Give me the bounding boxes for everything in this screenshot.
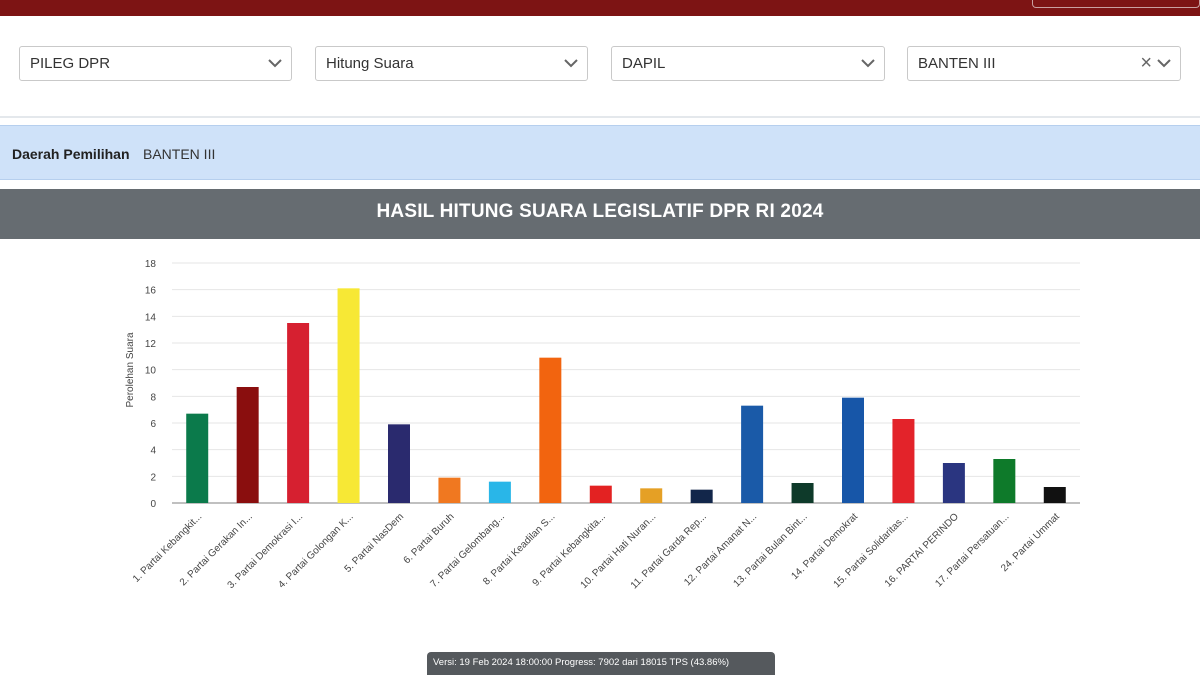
top-navbar: [0, 0, 1200, 16]
count-type-select[interactable]: Hitung Suara: [315, 46, 588, 81]
bar-1[interactable]: [186, 413, 209, 503]
bar-11[interactable]: [690, 489, 713, 503]
bar-8[interactable]: [539, 357, 562, 503]
y-tick-label: 0: [150, 499, 156, 510]
bar-16[interactable]: [942, 463, 965, 503]
electoral-district-select[interactable]: BANTEN III ×: [907, 46, 1181, 81]
election-type-select[interactable]: PILEG DPR: [19, 46, 292, 81]
chevron-down-icon: [268, 59, 282, 68]
chevron-down-icon: [564, 59, 578, 68]
y-tick-label: 2: [150, 472, 156, 483]
page-title: HASIL HITUNG SUARA LEGISLATIF DPR RI 202…: [376, 201, 824, 222]
bar-4[interactable]: [337, 288, 360, 503]
filter-panel: PILEG DPR Hitung Suara DAPIL BANTEN III …: [0, 16, 1200, 118]
bar-15[interactable]: [892, 419, 915, 503]
bar-7[interactable]: [488, 481, 511, 503]
y-axis-ticks: 0 2 4 6 8 10 12 14 16 18: [145, 259, 157, 510]
y-tick-label: 18: [145, 259, 157, 270]
chevron-down-icon: [1157, 59, 1171, 68]
clear-icon[interactable]: ×: [1140, 52, 1152, 75]
chart-header: HASIL HITUNG SUARA LEGISLATIF DPR RI 202…: [0, 189, 1200, 239]
district-info-bar: Daerah Pemilihan BANTEN III: [0, 125, 1200, 180]
bar-3[interactable]: [287, 323, 310, 503]
y-tick-label: 10: [145, 366, 157, 377]
bar-13[interactable]: [791, 483, 814, 503]
bar-17[interactable]: [993, 459, 1016, 503]
bar-12[interactable]: [741, 405, 764, 503]
region-level-select[interactable]: DAPIL: [611, 46, 885, 81]
bar-2[interactable]: [236, 387, 259, 503]
y-tick-label: 4: [150, 446, 156, 457]
electoral-district-value: BANTEN III: [918, 55, 996, 72]
x-axis-labels: 1. Partai Kebangkit...2. Partai Gerakan …: [131, 511, 1062, 591]
bar-5[interactable]: [388, 424, 410, 503]
district-value: BANTEN III: [143, 146, 216, 162]
election-type-value: PILEG DPR: [30, 55, 111, 72]
y-tick-label: 14: [145, 312, 157, 323]
chevron-down-icon: [861, 59, 875, 68]
count-type-value: Hitung Suara: [326, 55, 414, 72]
vote-bar-chart: 0 2 4 6 8 10 12 14 16 18 Perolehan Suara 1. Parta…: [125, 259, 1080, 591]
chart-bars: [186, 288, 1066, 503]
bar-14[interactable]: [842, 397, 864, 503]
region-level-value: DAPIL: [622, 55, 666, 72]
bar-10[interactable]: [640, 488, 663, 503]
version-progress-status: Versi: 19 Feb 2024 18:00:00 Progress: 79…: [427, 652, 775, 675]
y-tick-label: 16: [145, 286, 157, 297]
y-axis-label: Perolehan Suara: [125, 332, 136, 407]
district-label: Daerah Pemilihan: [12, 146, 130, 162]
x-tick-label: 6. Partai Buruh: [402, 511, 457, 566]
navbar-button[interactable]: [1032, 0, 1200, 8]
y-tick-label: 12: [145, 339, 157, 350]
bar-9[interactable]: [589, 485, 612, 503]
y-tick-label: 6: [150, 419, 156, 430]
bar-18[interactable]: [1043, 487, 1066, 503]
y-tick-label: 8: [150, 392, 156, 403]
bar-6[interactable]: [438, 477, 461, 503]
